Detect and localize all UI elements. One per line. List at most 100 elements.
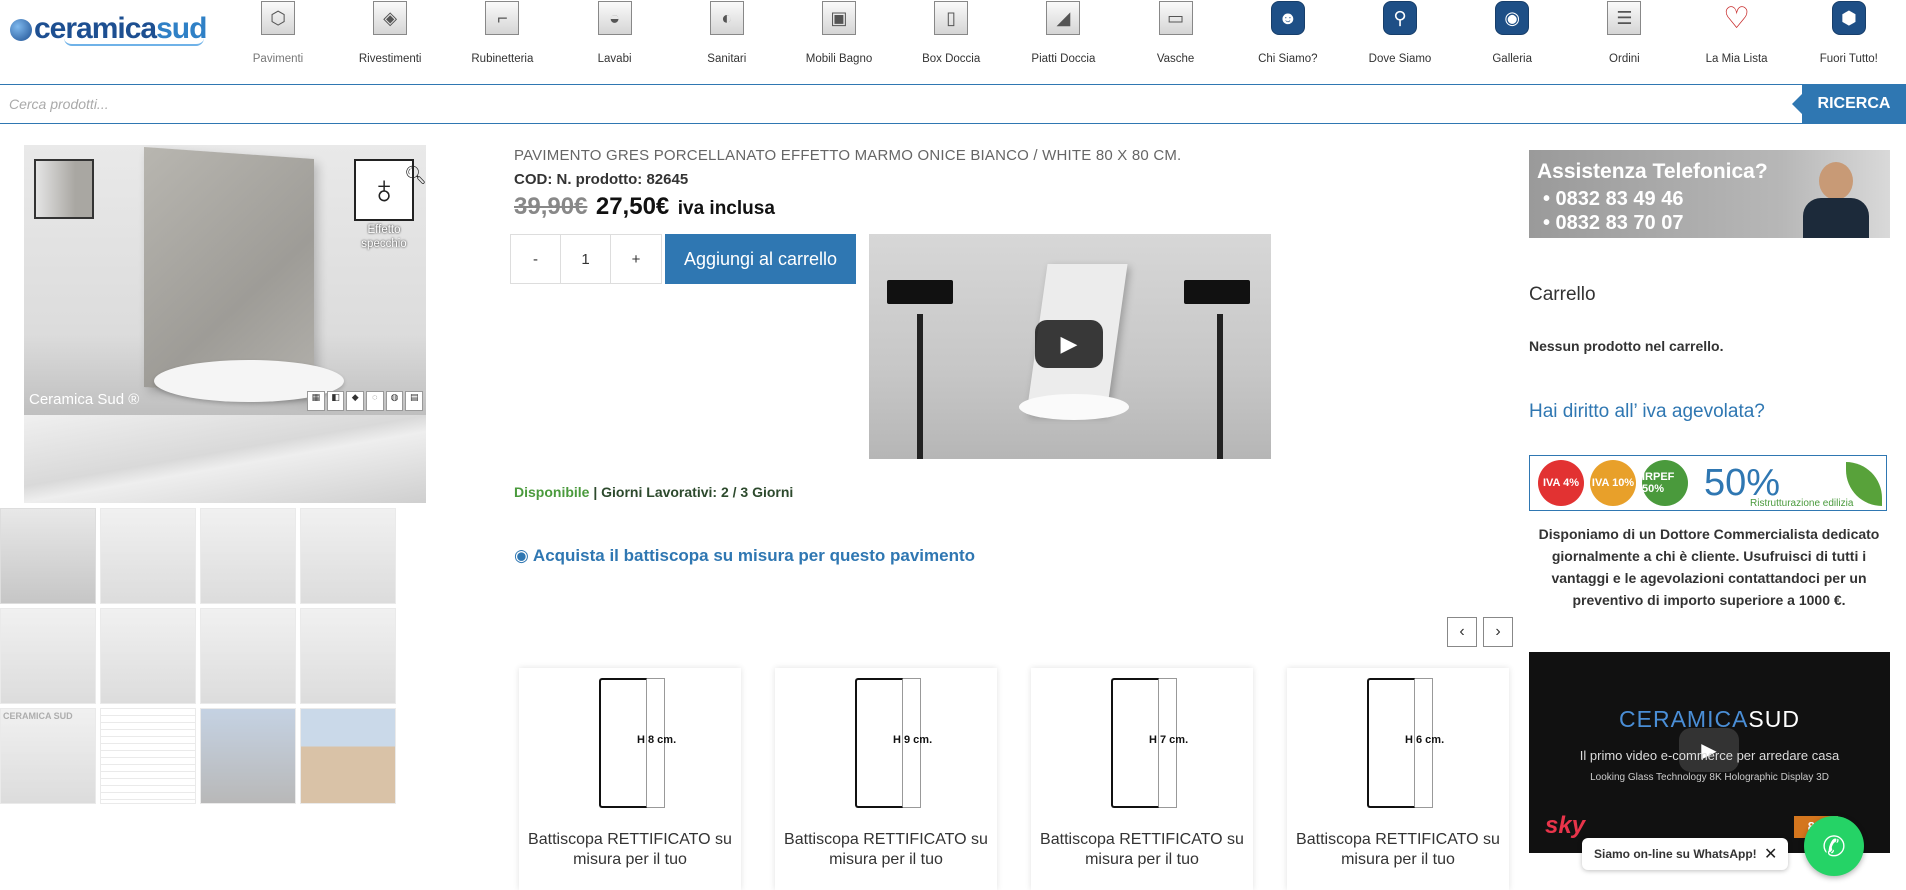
phone-number-1: • 0832 83 49 46 (1543, 188, 1684, 210)
cert-icon: ◌ (366, 391, 384, 411)
nav-item-pavimenti[interactable]: ⬡ Pavimenti (222, 0, 334, 84)
baseboard-image: H 7 cm. (1067, 668, 1217, 818)
product-video[interactable]: ▶ (869, 234, 1271, 459)
iva-10-badge: IVA 10% (1590, 460, 1636, 506)
product-main-image[interactable]: ♁ Effetto specchio 🔍︎ Ceramica Sud ® ▦ ◧… (24, 145, 426, 415)
cert-icon: ◧ (326, 391, 345, 411)
nav-item-dove-siamo[interactable]: ⚲ Dove Siamo (1344, 0, 1456, 84)
cert-icon: ◆ (346, 391, 365, 411)
vat-label: iva inclusa (677, 198, 775, 219)
gallery-thumbnail[interactable] (100, 608, 196, 704)
video-play-icon[interactable]: ▶ (1035, 320, 1103, 368)
product-price: 39,90€ 27,50€ iva inclusa (514, 193, 775, 221)
baseboard-height-label: H 7 cm. (1149, 734, 1189, 746)
quantity-decrease-button[interactable]: - (511, 235, 561, 283)
nav-item-rubinetteria[interactable]: ⌐ Rubinetteria (446, 0, 558, 84)
nav-item-fuori-tutto[interactable]: ⬢ Fuori Tutto! (1793, 0, 1905, 84)
baseboard-image: H 6 cm. (1323, 668, 1473, 818)
whatsapp-icon[interactable]: ✆ (1804, 816, 1864, 876)
baseboard-height-label: H 9 cm. (893, 734, 933, 746)
nav-item-chi-siamo[interactable]: ☻ Chi Siamo? (1232, 0, 1344, 84)
nav-item-sanitari[interactable]: ◐ Sanitari (671, 0, 783, 84)
nav-item-label: Mobili Bagno (805, 53, 873, 65)
baseboard-product-card[interactable]: H 6 cm. Battiscopa RETTIFICATO su misura … (1287, 668, 1509, 890)
faucet-icon: ⌐ (485, 1, 520, 35)
nav-item-label: Ordini (1609, 53, 1640, 65)
baseboard-product-card[interactable]: H 9 cm. Battiscopa RETTIFICATO su misura … (775, 668, 997, 890)
search-input[interactable] (0, 85, 1800, 123)
nav-item-galleria[interactable]: ◉ Galleria (1456, 0, 1568, 84)
whatsapp-close-icon[interactable]: ✕ (1764, 844, 1777, 864)
video-panel-left (887, 280, 953, 304)
vat-benefit-text: Disponiamo di un Dottore Commercialista … (1538, 526, 1880, 608)
nav-item-label: Rubinetteria (471, 53, 534, 65)
gallery-thumbnail[interactable] (300, 608, 396, 704)
video-panel-right (1184, 280, 1250, 304)
cart-title: Carrello (1529, 284, 1596, 305)
baseboard-product-card[interactable]: H 8 cm. Battiscopa RETTIFICATO su misura … (519, 668, 741, 890)
tile-swatch (34, 159, 94, 219)
sky-logo: sky (1545, 812, 1586, 839)
nav-item-lavabi[interactable]: ◒ Lavabi (559, 0, 671, 84)
baseboard-product-name: Battiscopa RETTIFICATO su misura per il … (784, 831, 988, 868)
renovation-label: Ristrutturazione edilizia (1750, 498, 1854, 509)
sale-tag-icon: ⬢ (1831, 1, 1866, 35)
shower-tray-icon: ◢ (1046, 1, 1081, 35)
phone-assistance-banner[interactable]: Assistenza Telefonica? • 0832 83 49 46 •… (1529, 150, 1890, 238)
operator-head (1819, 162, 1853, 200)
carousel-prev-button[interactable]: ‹ (1447, 617, 1477, 647)
video-stand-left (917, 314, 923, 459)
bathroom-cabinet-icon: ▣ (822, 1, 856, 35)
baseboard-product-name: Battiscopa RETTIFICATO su misura per il … (1296, 831, 1500, 868)
top-navigation: ceramicasud ⬡ Pavimenti ◈ Rivestimenti ⌐ Rubi… (0, 0, 1906, 84)
carousel-next-button[interactable]: › (1483, 617, 1513, 647)
gallery-thumbnail[interactable] (0, 608, 96, 704)
whatsapp-bubble[interactable]: Siamo on-line su WhatsApp! (1582, 838, 1788, 870)
nav-item-mobili-bagno[interactable]: ▣ Mobili Bagno (783, 0, 895, 84)
nav-item-label: Vasche (1156, 53, 1195, 65)
promo-brand-part2: SUD (1748, 706, 1800, 732)
cert-icon: ▦ (307, 391, 325, 411)
fifty-percent-label: 50% (1704, 462, 1781, 504)
baseboard-product-card[interactable]: H 7 cm. Battiscopa RETTIFICATO su misura … (1031, 668, 1253, 890)
quantity-increase-button[interactable]: + (611, 235, 661, 283)
nav-item-label: Sanitari (707, 53, 747, 65)
gallery-thumbnail[interactable] (300, 708, 396, 804)
gallery-thumbnail[interactable] (200, 608, 296, 704)
search-button[interactable]: RICERCA (1792, 84, 1906, 124)
nav-item-vasche[interactable]: ▭ Vasche (1120, 0, 1232, 84)
availability-status: Disponibile (514, 484, 590, 500)
page: ceramicasud ⬡ Pavimenti ◈ Rivestimenti ⌐ Rubi… (0, 0, 1906, 890)
nav-item-rivestimenti[interactable]: ◈ Rivestimenti (334, 0, 446, 84)
gallery-thumbnail[interactable] (0, 508, 96, 604)
quantity-input[interactable]: 1 (561, 235, 611, 283)
zoom-magnifier-icon[interactable]: 🔍︎ (404, 165, 426, 186)
gallery-thumbnail[interactable]: CERAMICA SUD (0, 708, 96, 804)
nav-item-ordini[interactable]: ☰ Ordini (1568, 0, 1680, 84)
certification-icons: ▦ ◧ ◆ ◌ ◍ ▤ (307, 391, 424, 411)
mirror-effect-label: Effetto specchio (361, 224, 407, 250)
add-to-cart-button[interactable]: Aggiungi al carrello (665, 234, 856, 284)
gallery-thumbnail[interactable] (200, 508, 296, 604)
gallery-thumbnail[interactable] (300, 508, 396, 604)
nav-item-box-doccia[interactable]: ▯ Box Doccia (895, 0, 1007, 84)
order-list-icon: ☰ (1607, 1, 1642, 35)
heart-icon: ♡ (1723, 1, 1751, 35)
site-logo[interactable]: ceramicasud (10, 12, 207, 46)
gallery-thumbnail[interactable] (200, 708, 296, 804)
cart-widget: Carrello Nessun prodotto nel carrello. (1519, 270, 1899, 362)
vat-benefit-title: Hai diritto all’ iva agevolata? (1529, 401, 1765, 422)
product-ambient-image[interactable] (24, 415, 426, 503)
nav-item-piatti-doccia[interactable]: ◢ Piatti Doccia (1007, 0, 1119, 84)
nav-item-la-mia-lista[interactable]: ♡ La Mia Lista (1681, 0, 1793, 84)
video-stand-right (1217, 314, 1223, 459)
hexagon-tiles-icon: ⬡ (261, 1, 295, 35)
baseboard-link[interactable]: ◉ Acquista il battiscopa su misura per q… (514, 546, 975, 566)
logo-globe-icon (10, 19, 32, 41)
cert-icon: ▤ (405, 391, 424, 411)
baseboard-height-label: H 8 cm. (637, 734, 677, 746)
vat-benefit-banner[interactable]: IVA 4% IVA 10% IRPEF 50% 50% Ristruttura… (1529, 455, 1887, 511)
gallery-thumbnail[interactable] (100, 508, 196, 604)
quantity-stepper: - 1 + (510, 234, 662, 284)
gallery-thumbnail[interactable] (100, 708, 196, 804)
